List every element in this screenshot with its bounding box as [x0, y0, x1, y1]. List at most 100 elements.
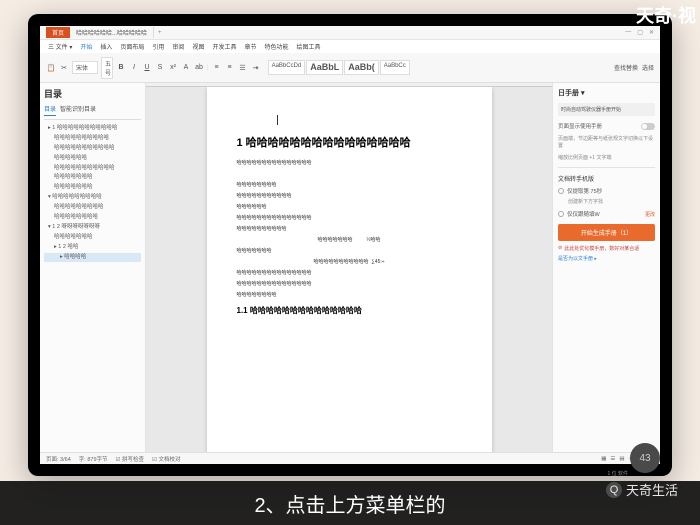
outline-item[interactable]: ▸ 1 哈哈哈哈哈哈哈哈哈哈哈: [44, 124, 141, 134]
text-cursor: [277, 115, 278, 125]
sidebar-title: 目录: [44, 87, 141, 100]
generate-button[interactable]: 开始生成手册（1）: [558, 224, 655, 241]
italic-icon[interactable]: I: [129, 63, 139, 73]
radio-icon[interactable]: [558, 188, 564, 194]
panel-title[interactable]: 日手册 ▾: [558, 88, 655, 98]
paragraph: 哈哈哈哈哈哈哈哈: [237, 181, 462, 189]
outline-item[interactable]: 哈哈哈哈哈哈哈: [44, 173, 141, 183]
outline-item[interactable]: 哈哈哈哈哈哈: [44, 154, 141, 164]
option-row[interactable]: 仅仅跟随填W 更改: [558, 210, 655, 218]
indent-icon[interactable]: ⇥: [251, 63, 261, 73]
menu-drawing[interactable]: 绘图工具: [297, 42, 321, 51]
align-left-icon[interactable]: ≡: [212, 63, 222, 73]
font-selector[interactable]: 宋体: [72, 61, 98, 74]
menu-view[interactable]: 视图: [192, 42, 204, 51]
paragraph: 哈哈哈哈哈哈哈哈哈哈哈哈哈哈哈: [237, 280, 462, 288]
style-heading1[interactable]: AaBbL: [306, 60, 343, 75]
paragraph: 哈哈哈哈哈哈哈哈哈哈哈哈哈哈哈: [237, 214, 462, 222]
rank-badge: 43: [630, 443, 660, 473]
minimize-icon[interactable]: —: [625, 29, 631, 36]
maximize-icon[interactable]: ▢: [637, 29, 643, 36]
menu-layout[interactable]: 页面布局: [120, 42, 144, 51]
menu-references[interactable]: 引用: [152, 42, 164, 51]
heading-2: 1.1 哈哈哈哈哈哈哈哈哈哈哈哈哈哈: [237, 305, 462, 318]
strike-icon[interactable]: S: [155, 63, 165, 73]
style-normal[interactable]: AaBbCcDd: [268, 60, 306, 75]
spell-check-toggle[interactable]: ☑ 拼写检查: [116, 455, 144, 463]
heading-1: 1 哈哈哈哈哈哈哈哈哈哈哈哈哈哈哈: [237, 135, 462, 153]
option-sublabel: 创建新下方字找: [558, 198, 655, 205]
outline-item[interactable]: 哈哈哈哈哈哈哈: [44, 183, 141, 193]
outline-item[interactable]: ▾ 1 2 呀呀呀呀呀呀呀: [44, 223, 141, 233]
toggle-switch[interactable]: [641, 123, 655, 130]
caption-text: 2、点击上方菜单栏的: [254, 489, 445, 518]
tab-toc[interactable]: 目录: [44, 104, 56, 116]
outline-tree: ▸ 1 哈哈哈哈哈哈哈哈哈哈哈哈哈哈哈哈哈哈哈哈哈哈哈哈哈哈哈哈哈哈哈哈哈哈哈哈…: [44, 124, 141, 262]
main-area: 目录 目录 智能识别目录 ▸ 1 哈哈哈哈哈哈哈哈哈哈哈哈哈哈哈哈哈哈哈哈哈哈哈…: [40, 83, 660, 452]
floating-hint: 1 位 软件: [607, 472, 628, 478]
outline-item[interactable]: 哈哈哈哈哈哈哈哈哈哈哈: [44, 144, 141, 154]
warning-icon: ⊘: [558, 245, 562, 252]
close-icon[interactable]: ✕: [649, 29, 654, 36]
paste-icon[interactable]: 📋: [46, 63, 56, 73]
menu-devtools[interactable]: 开发工具: [212, 42, 236, 51]
menu-section[interactable]: 章节: [244, 42, 256, 51]
find-replace-button[interactable]: 查找替换: [614, 63, 638, 72]
panel-note: 时尚自动驾驶仪器手册开始: [558, 103, 655, 116]
font-size-selector[interactable]: 五号: [101, 57, 113, 79]
add-tab-button[interactable]: +: [154, 30, 166, 36]
proofing-toggle[interactable]: ☑ 文档校对: [152, 455, 180, 463]
document-page[interactable]: 1 哈哈哈哈哈哈哈哈哈哈哈哈哈哈哈 哈哈哈哈哈哈哈哈哈哈哈哈哈哈哈 哈哈哈哈哈哈…: [207, 87, 492, 452]
change-link[interactable]: 更改: [645, 211, 655, 218]
paragraph: [237, 170, 462, 178]
menu-review[interactable]: 审阅: [172, 42, 184, 51]
select-button[interactable]: 选择: [642, 63, 654, 72]
monitor-frame: 首页 哈哈哈哈哈哈...哈哈哈哈哈 + — ▢ ✕ 三 文件 ▾ 开始 插入 页…: [28, 14, 672, 476]
status-bar: 页面: 3/64 字: 879字节 ☑ 拼写检查 ☑ 文档校对 ▦ ☰ ▤ − …: [40, 452, 660, 464]
highlight-icon[interactable]: ab: [194, 63, 204, 73]
view-web-icon[interactable]: ☰: [610, 456, 615, 462]
outline-item[interactable]: ▸ 1 2 哈哈: [44, 243, 141, 253]
paragraph: 哈哈哈哈哈哈: [237, 203, 462, 211]
document-tab[interactable]: 哈哈哈哈哈哈...哈哈哈哈哈: [70, 27, 154, 38]
color-icon[interactable]: A: [181, 63, 191, 73]
toggle-row: 页面显示使用手册: [558, 122, 655, 130]
paragraph: 哈哈哈哈哈哈哈哈哈哈哈哈哈哈哈: [237, 159, 462, 167]
list-icon[interactable]: ☰: [238, 63, 248, 73]
view-outline-icon[interactable]: ▤: [619, 456, 624, 462]
view-print-icon[interactable]: ▦: [601, 456, 606, 462]
horizontal-ruler[interactable]: [146, 83, 552, 87]
outline-item[interactable]: 哈哈哈哈哈哈哈哈哈: [44, 203, 141, 213]
option-row[interactable]: 仅提取第 75秒: [558, 187, 655, 195]
bold-icon[interactable]: B: [116, 63, 126, 73]
super-icon[interactable]: x²: [168, 63, 178, 73]
outline-item[interactable]: 哈哈哈哈哈哈哈哈: [44, 213, 141, 223]
ribbon-toolbar: 📋 ✂ 宋体 五号 B I U S x² A ab | ≡ ≡ ☰ ⇥ AaBb…: [40, 53, 660, 83]
menu-insert[interactable]: 插入: [100, 42, 112, 51]
home-tab[interactable]: 首页: [46, 27, 70, 38]
outline-sidebar: 目录 目录 智能识别目录 ▸ 1 哈哈哈哈哈哈哈哈哈哈哈哈哈哈哈哈哈哈哈哈哈哈哈…: [40, 83, 146, 452]
outline-item[interactable]: 哈哈哈哈哈哈哈: [44, 233, 141, 243]
outline-item[interactable]: ▸ 哈哈哈哈: [44, 253, 141, 263]
more-link[interactable]: 是否为以文手册 ▸: [558, 255, 655, 262]
menu-file[interactable]: 三 文件 ▾: [48, 42, 72, 51]
underline-icon[interactable]: U: [142, 63, 152, 73]
style-heading2[interactable]: AaBb(: [344, 60, 379, 75]
outline-item[interactable]: 哈哈哈哈哈哈哈哈哈哈: [44, 134, 141, 144]
radio-icon[interactable]: [558, 211, 564, 217]
equation-line: 哈哈哈哈哈哈哈哈哈哈哈 ∑45:÷: [237, 258, 462, 266]
equation-line: 哈哈哈哈哈哈哈 ½哈哈: [237, 236, 462, 244]
tab-smart-toc[interactable]: 智能识别目录: [60, 104, 96, 116]
cut-icon[interactable]: ✂: [59, 63, 69, 73]
page-indicator[interactable]: 页面: 3/64: [46, 455, 71, 463]
panel-hint: 缩放比例页面 +1 文字端: [558, 154, 655, 161]
word-count[interactable]: 字: 879字节: [79, 455, 108, 463]
align-center-icon[interactable]: ≡: [225, 63, 235, 73]
outline-item[interactable]: ▾ 哈哈哈哈哈哈哈哈哈: [44, 193, 141, 203]
menu-home[interactable]: 开始: [80, 42, 92, 51]
bottom-watermark: Q 天奇生活: [606, 480, 678, 499]
menu-features[interactable]: 特色功能: [264, 42, 288, 51]
window-controls: — ▢ ✕: [625, 29, 660, 36]
style-subtitle[interactable]: AaBbCc: [380, 60, 410, 75]
outline-item[interactable]: 哈哈哈哈哈哈哈哈哈哈哈: [44, 164, 141, 174]
